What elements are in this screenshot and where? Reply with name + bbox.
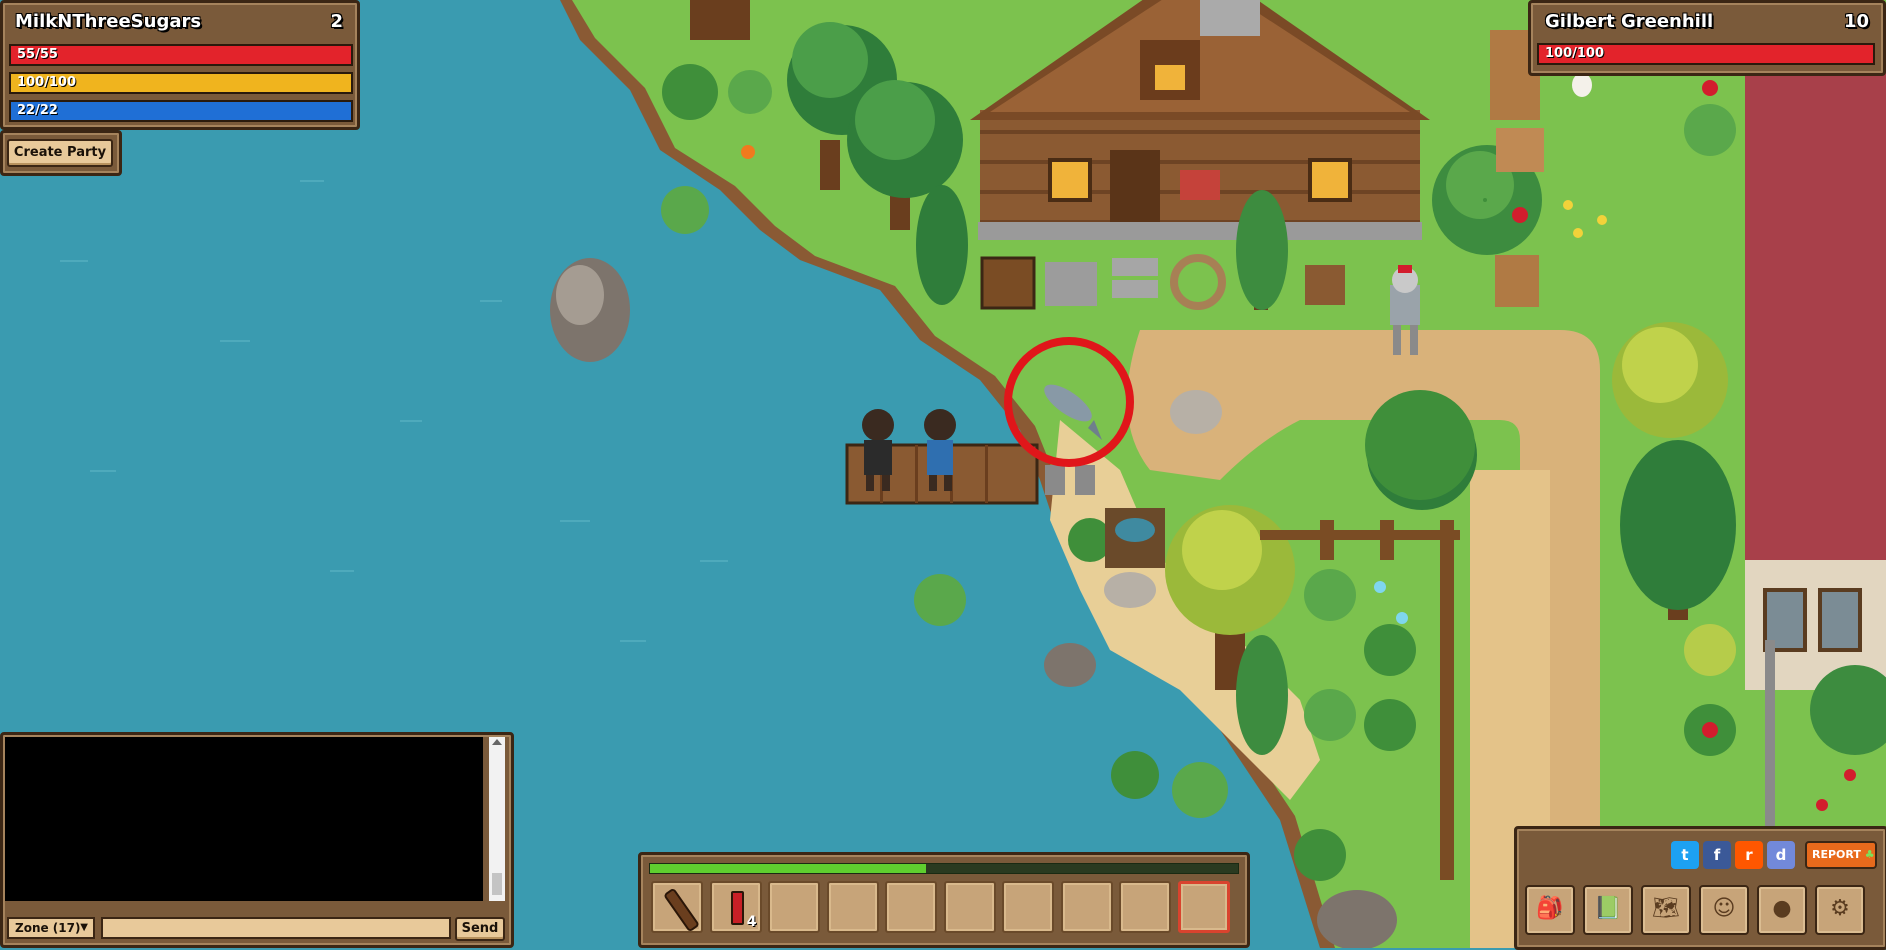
target-health-bar: 100/100 — [1537, 43, 1875, 65]
hotbar-slot-7[interactable] — [1002, 881, 1054, 933]
hotbar-panel: 4 — [638, 852, 1250, 948]
scroll-up-icon[interactable] — [492, 739, 502, 745]
hotbar-slot-3[interactable] — [768, 881, 820, 933]
hotbar-slot-6[interactable] — [943, 881, 996, 933]
target-health-value: 100/100 — [1545, 46, 1605, 61]
tree — [1612, 322, 1728, 438]
main-menu-panel: tfrd REPORT ♣ 🎒 📗 🗺 ☺ ● ⚙ — [1514, 826, 1886, 950]
report-label: REPORT — [1812, 848, 1861, 861]
chat-panel: Zone (17) ▼ Send — [0, 732, 514, 948]
target-status-panel: Gilbert Greenhill 10 100/100 — [1528, 0, 1886, 76]
chevron-down-icon: ▼ — [80, 922, 88, 933]
hotbar-slot-8[interactable] — [1060, 881, 1113, 933]
hotbar-slot-1[interactable] — [651, 881, 703, 933]
mana-value: 22/22 — [17, 103, 58, 118]
party-panel: Create Party — [0, 130, 122, 176]
world-map-icon: 🗺 — [1652, 896, 1680, 921]
chat-scrollbar[interactable] — [489, 737, 505, 901]
clover-icon: ♣ — [1864, 848, 1875, 861]
hotbar-slot-9[interactable] — [1119, 881, 1171, 933]
wooden-club-icon — [662, 887, 701, 933]
target-name: Gilbert Greenhill — [1545, 11, 1714, 32]
health-value: 55/55 — [17, 47, 58, 62]
character-button[interactable]: ☺ — [1699, 885, 1749, 935]
settings-gear-icon: ⚙ — [1830, 896, 1850, 921]
inventory-bag-button[interactable]: 🎒 — [1525, 885, 1575, 935]
world-map-button[interactable]: 🗺 — [1641, 885, 1691, 935]
inventory-bag-icon: 🎒 — [1536, 896, 1564, 921]
player-name: MilkNThreeSugars — [15, 11, 202, 32]
quest-book-icon: 📗 — [1594, 896, 1622, 921]
hotbar-slot-5[interactable] — [885, 881, 937, 933]
facebook-icon[interactable]: f — [1703, 841, 1731, 869]
chat-channel-select[interactable]: Zone (17) ▼ — [7, 917, 95, 939]
hotbar-slot-2[interactable]: 4 — [709, 881, 762, 933]
tree — [1236, 635, 1288, 755]
mana-bar: 22/22 — [9, 100, 353, 122]
tree — [916, 185, 968, 305]
xp-bar-fill — [650, 864, 927, 873]
tree-stump — [690, 0, 750, 40]
sea-rock — [550, 258, 630, 362]
reddit-icon[interactable]: r — [1735, 841, 1763, 869]
discord-icon[interactable]: d — [1767, 841, 1795, 869]
quest-book-button[interactable]: 📗 — [1583, 885, 1633, 935]
red-potion-icon — [730, 891, 744, 925]
xp-bar — [649, 863, 1239, 874]
send-button[interactable]: Send — [455, 917, 505, 941]
energy-value: 100/100 — [17, 75, 77, 90]
player-status-panel: MilkNThreeSugars 2 55/55 100/100 22/22 — [0, 0, 360, 130]
settings-gear-button[interactable]: ⚙ — [1815, 885, 1865, 935]
hotbar-slot-4[interactable] — [826, 881, 879, 933]
hotbar-slot-10[interactable] — [1177, 881, 1230, 933]
slot-count: 4 — [746, 914, 757, 930]
scroll-thumb[interactable] — [492, 873, 502, 895]
mana-bar-fill — [11, 102, 351, 120]
player-level: 2 — [330, 11, 343, 32]
gold-coins-icon: ● — [1772, 896, 1792, 921]
tree — [1236, 190, 1288, 310]
health-bar-fill — [11, 46, 351, 64]
chat-channel-label: Zone (17) — [15, 921, 81, 935]
create-party-button[interactable]: Create Party — [7, 139, 113, 167]
chat-input[interactable] — [101, 917, 451, 939]
character-icon: ☺ — [1712, 896, 1736, 921]
energy-bar: 100/100 — [9, 72, 353, 94]
twitter-icon[interactable]: t — [1671, 841, 1699, 869]
target-level: 10 — [1843, 11, 1869, 32]
gold-coins-button[interactable]: ● — [1757, 885, 1807, 935]
chat-log[interactable] — [5, 737, 483, 901]
report-button[interactable]: REPORT ♣ — [1805, 841, 1877, 869]
health-bar: 55/55 — [9, 44, 353, 66]
